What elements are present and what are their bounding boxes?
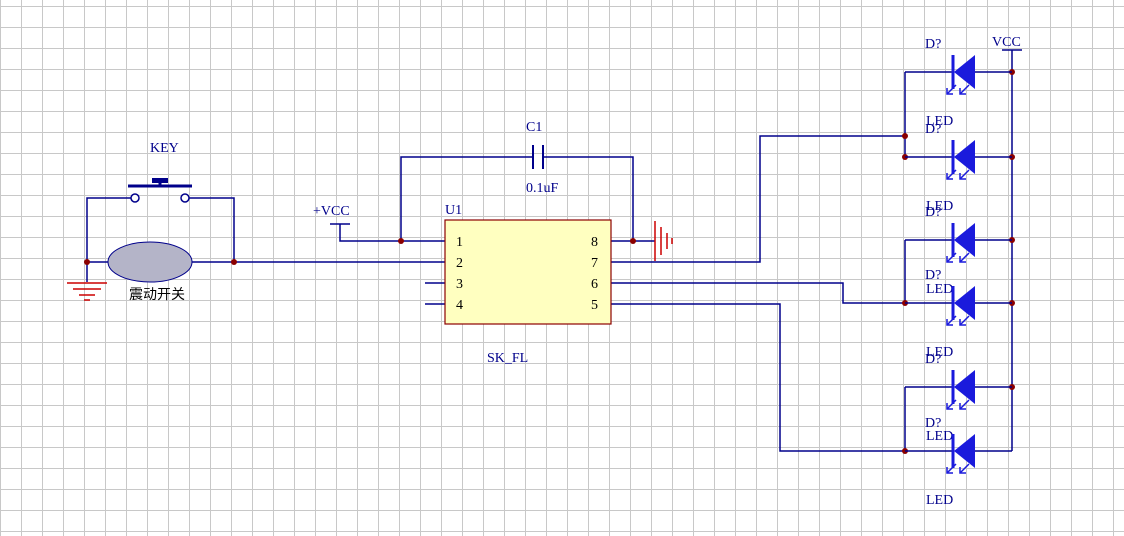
- led-triangle: [954, 140, 975, 174]
- ic-body: [444, 219, 612, 325]
- capacitor-c1: C1 0.1uF: [526, 120, 559, 196]
- capacitor-ref-label: C1: [526, 120, 542, 135]
- ic-ref-label: U1: [445, 203, 462, 218]
- led: D?LED: [905, 268, 1012, 360]
- ic-pin-number: 1: [456, 235, 463, 250]
- led-ref-label: D?: [925, 37, 941, 52]
- vibration-switch-label: 震动开关: [129, 287, 185, 303]
- ic-pin-number: 4: [456, 298, 463, 313]
- led: D?LED: [905, 205, 1012, 297]
- led-ref-label: D?: [925, 352, 941, 367]
- junction-dot: [398, 238, 404, 244]
- led: D?LED: [905, 122, 1012, 214]
- led-ref-label: D?: [925, 205, 941, 220]
- led-arrow: [959, 252, 970, 263]
- ic-pin-number: 3: [456, 277, 463, 292]
- vcc-power-label: +VCC: [313, 204, 350, 219]
- vcc-power-port: +VCC: [313, 204, 350, 225]
- ic-pin-number: 8: [591, 235, 598, 250]
- ground-right: [654, 221, 673, 261]
- led: D?LED: [905, 37, 1012, 129]
- led: D?LED: [905, 416, 1012, 508]
- key-ref-label: KEY: [150, 141, 179, 156]
- vcc-rail-port: VCC: [992, 35, 1022, 51]
- led-triangle: [954, 286, 975, 320]
- led-ref-label: D?: [925, 122, 941, 137]
- schematic-canvas: KEY 震动开关 +VCC C1 0.1uF U1 SK_FL 1 2 3 4: [0, 0, 1124, 536]
- ic-part-label: SK_FL: [487, 351, 528, 366]
- vcc-rail-label: VCC: [992, 35, 1021, 50]
- vibration-switch-body: [107, 241, 193, 283]
- led-triangle: [954, 434, 975, 468]
- ic-pin-number: 6: [591, 277, 598, 292]
- ic-pin-number: 2: [456, 256, 463, 271]
- led-value-label: LED: [926, 429, 953, 444]
- led-triangle: [954, 55, 975, 89]
- ic-pin-number: 7: [591, 256, 598, 271]
- led-ref-label: D?: [925, 416, 941, 431]
- junction-dot: [630, 238, 636, 244]
- ic-pin-number: 5: [591, 298, 598, 313]
- led-value-label: LED: [926, 493, 953, 508]
- led-arrow: [959, 315, 970, 326]
- vcc-left-wire: [339, 224, 445, 242]
- junction-dot: [84, 259, 90, 265]
- capacitor-value-label: 0.1uF: [526, 181, 559, 196]
- ic-u1: U1 SK_FL 1 2 3 4 8 7 6 5: [444, 203, 612, 366]
- led-ref-label: D?: [925, 268, 941, 283]
- junction-dot: [902, 133, 908, 139]
- led: D?LED: [905, 352, 1012, 444]
- ground-left: [67, 282, 107, 301]
- led-triangle: [954, 223, 975, 257]
- pin5-wire: [611, 303, 905, 452]
- vibration-switch: 震动开关: [107, 241, 193, 303]
- led-triangle: [954, 370, 975, 404]
- key-contact-left: [130, 193, 140, 203]
- key-knob: [152, 178, 168, 183]
- junction-dot: [231, 259, 237, 265]
- led-column: D?LEDD?LEDD?LEDD?LEDD?LEDD?LED: [905, 37, 1012, 508]
- key-switch: KEY: [128, 141, 192, 203]
- key-contact-right: [180, 193, 190, 203]
- led-arrow: [959, 84, 970, 95]
- led-value-label: LED: [926, 282, 953, 297]
- led-arrow: [959, 399, 970, 410]
